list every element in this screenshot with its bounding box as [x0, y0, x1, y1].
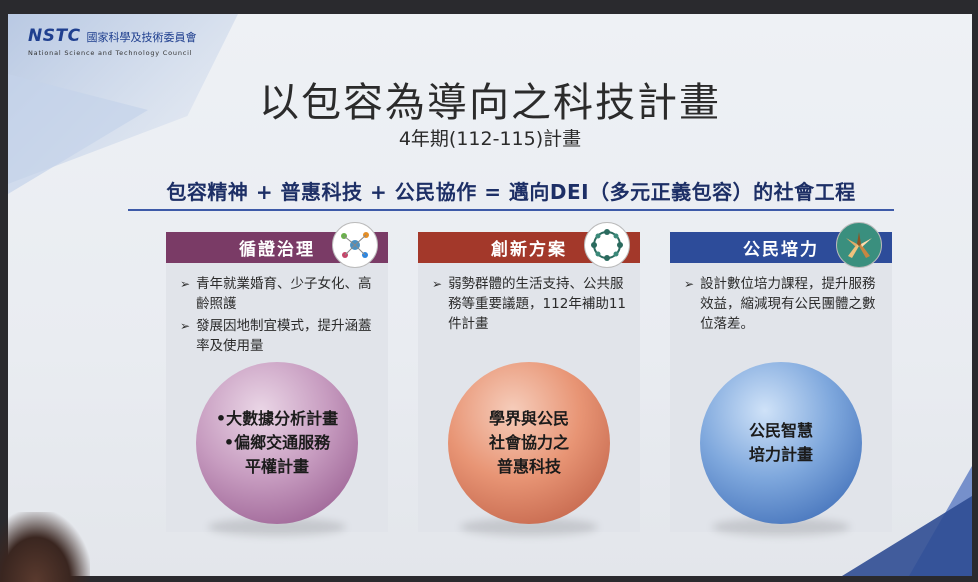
card-bullets: ➢ 設計數位培力課程，提升服務效益，縮減現有公民團體之數位落差。: [684, 274, 884, 336]
nstc-logo: NSTC 國家科學及技術委員會 National Science and Tec…: [28, 26, 197, 57]
card-bullets: ➢ 青年就業婚育、少子女化、高齡照護 ➢ 發展因地制宜模式，提升涵蓋率及使用量: [180, 274, 380, 358]
list-item: ➢ 發展因地制宜模式，提升涵蓋率及使用量: [180, 318, 372, 354]
card-civic-empowerment: 公民培力 ➢ 設計數位培力課程，提升服務效益，縮減現有公民團體之數位落差。 公民智…: [670, 222, 892, 536]
card-header-label: 循證治理: [239, 240, 315, 260]
list-item: ➢ 青年就業婚育、少子女化、高齡照護: [180, 276, 372, 312]
logo-mark: NSTC: [28, 26, 81, 46]
logo-name-cn: 國家科學及技術委員會: [86, 31, 197, 44]
sphere-collaboration: 學界與公民 社會協力之 普惠科技: [448, 362, 610, 524]
people-circle-icon: [584, 222, 630, 268]
arrow-icon: ➢: [180, 277, 191, 291]
card-bullets: ➢ 弱勢群體的生活支持、公共服務等重要議題，112年補助11件計畫: [432, 274, 632, 336]
arrow-icon: ➢: [432, 277, 443, 291]
slide-title: 以包容為導向之科技計畫: [259, 80, 721, 126]
card-header-label: 公民培力: [743, 240, 819, 260]
foreground-shadow: [0, 512, 90, 582]
card-header-label: 創新方案: [491, 240, 567, 260]
sphere-big-data: •大數據分析計畫 •偏鄉交通服務 平權計畫: [196, 362, 358, 524]
dei-equation: 包容精神 + 普惠科技 + 公民協作 = 邁向DEI（多元正義包容）的社會工程: [128, 176, 894, 211]
sphere-civic-wisdom: 公民智慧 培力計畫: [700, 362, 862, 524]
presentation-slide: NSTC 國家科學及技術委員會 National Science and Tec…: [8, 14, 972, 576]
list-item: ➢ 設計數位培力課程，提升服務效益，縮減現有公民團體之數位落差。: [684, 276, 876, 332]
hands-together-icon: [836, 222, 882, 268]
list-item: ➢ 弱勢群體的生活支持、公共服務等重要議題，112年補助11件計畫: [432, 276, 627, 332]
data-network-icon: [332, 222, 378, 268]
card-innovation: 創新方案 ➢ 弱勢群體的生活支持、公共服務等重要議題，112年補助11件計畫 學界…: [418, 222, 640, 536]
arrow-icon: ➢: [180, 319, 191, 333]
slide-subtitle: 4年期(112-115)計畫: [398, 128, 582, 150]
logo-name-en: National Science and Technology Council: [28, 49, 193, 57]
card-evidence-governance: 循證治理 ➢ 青年就業婚育、少子女化、高齡照護 ➢ 發展因地制宜模式，提升涵蓋率及使…: [166, 222, 388, 536]
arrow-icon: ➢: [684, 277, 695, 291]
